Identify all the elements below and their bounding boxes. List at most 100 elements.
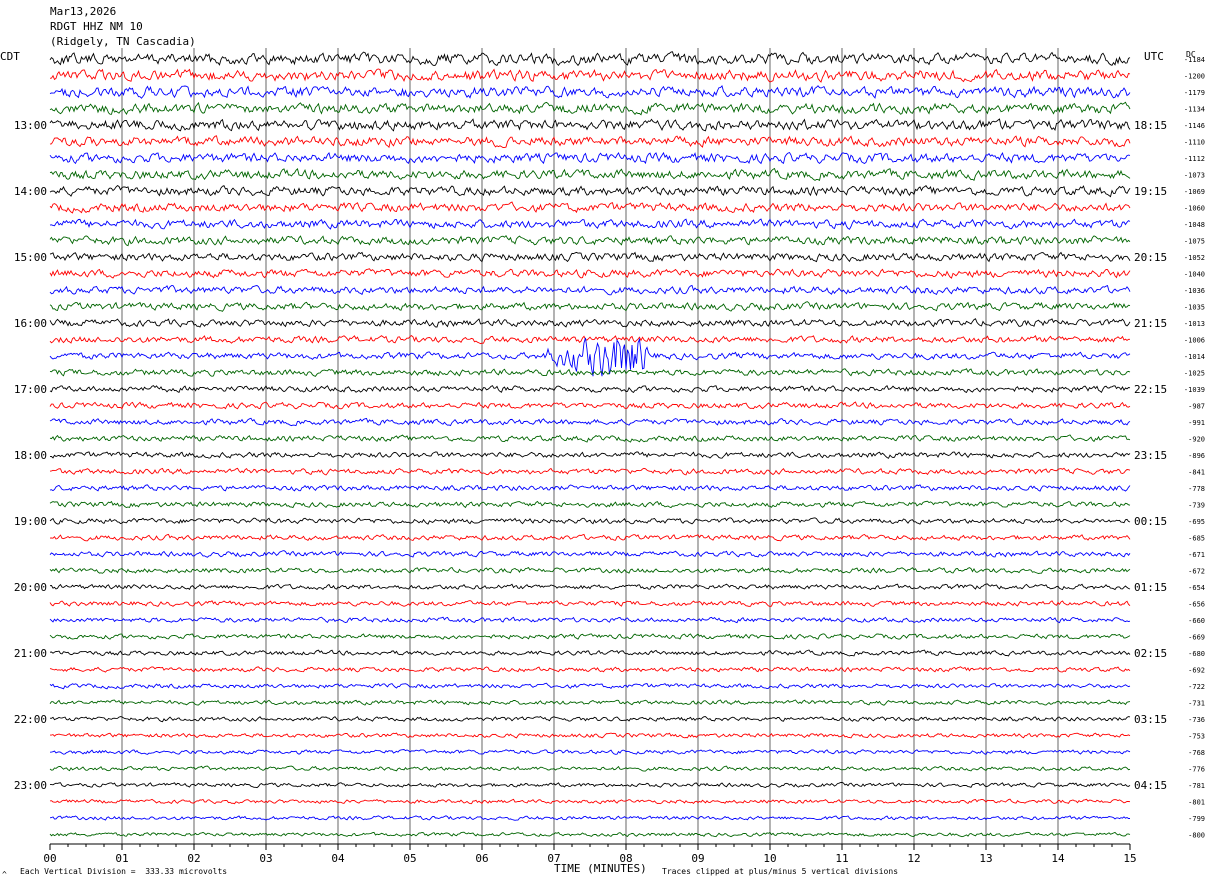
trace-row-30 bbox=[49, 550, 1131, 558]
trace-row-24 bbox=[49, 451, 1131, 459]
trace-row-12 bbox=[49, 251, 1131, 263]
left-hour-label: 13:00 bbox=[14, 119, 47, 132]
right-hour-label: 20:15 bbox=[1134, 251, 1167, 264]
trace-row-10 bbox=[49, 218, 1131, 230]
dc-offset-label: -800 bbox=[1188, 832, 1205, 840]
dc-offset-label: -1039 bbox=[1184, 386, 1205, 394]
dc-offset-label: -1060 bbox=[1184, 205, 1205, 213]
trace-row-46 bbox=[49, 815, 1130, 821]
dc-offset-label: -991 bbox=[1188, 419, 1205, 427]
left-hour-label: 19:00 bbox=[14, 515, 47, 528]
vertical-division-note: Each Vertical Division = 333.33 microvol… bbox=[20, 867, 228, 876]
right-hour-label: 22:15 bbox=[1134, 383, 1167, 396]
clipping-note: Traces clipped at plus/minus 5 vertical … bbox=[662, 867, 899, 876]
trace-row-45 bbox=[49, 798, 1131, 805]
trace-row-2 bbox=[49, 84, 1131, 99]
trace-row-25 bbox=[49, 467, 1131, 476]
dc-offset-label: -1052 bbox=[1184, 254, 1205, 262]
x-tick-label: 11 bbox=[835, 852, 848, 865]
dc-offset-label: -1110 bbox=[1184, 139, 1205, 147]
dc-offset-label: -1075 bbox=[1184, 238, 1205, 246]
trace-row-44 bbox=[49, 781, 1131, 789]
trace-row-29 bbox=[49, 533, 1131, 542]
x-axis-title: TIME (MINUTES) bbox=[554, 862, 647, 875]
dc-offset-label: -669 bbox=[1188, 634, 1205, 642]
dc-offset-label: -753 bbox=[1188, 733, 1205, 741]
left-hour-label: 17:00 bbox=[14, 383, 47, 396]
dc-offset-label: -1040 bbox=[1184, 271, 1205, 279]
trace-row-14 bbox=[49, 284, 1131, 296]
x-tick-label: 13 bbox=[979, 852, 992, 865]
trace-row-13 bbox=[49, 268, 1131, 279]
dc-offset-label: -896 bbox=[1188, 452, 1205, 460]
dc-offset-label: -781 bbox=[1188, 782, 1205, 790]
footer-mark: ^ bbox=[2, 870, 7, 879]
trace-row-34 bbox=[49, 616, 1131, 624]
x-tick-label: 02 bbox=[187, 852, 200, 865]
dc-offset-label: -671 bbox=[1188, 551, 1205, 559]
right-hour-label: 21:15 bbox=[1134, 317, 1167, 330]
x-tick-label: 01 bbox=[115, 852, 128, 865]
trace-row-18 bbox=[49, 337, 1131, 377]
station-id: RDGT HHZ NM 10 bbox=[50, 20, 143, 33]
right-hour-label: 18:15 bbox=[1134, 119, 1167, 132]
trace-row-28 bbox=[49, 517, 1131, 525]
x-tick-label: 09 bbox=[691, 852, 704, 865]
trace-row-20 bbox=[49, 384, 1131, 394]
dc-offset-label: -1036 bbox=[1184, 287, 1205, 295]
trace-row-7 bbox=[49, 167, 1131, 182]
left-hour-label: 23:00 bbox=[14, 779, 47, 792]
x-tick-label: 06 bbox=[475, 852, 488, 865]
dc-offset-label: -1134 bbox=[1184, 106, 1205, 114]
trace-row-6 bbox=[49, 151, 1131, 165]
seismic-traces bbox=[49, 51, 1131, 838]
right-hour-label: 23:15 bbox=[1134, 449, 1167, 462]
x-tick-label: 04 bbox=[331, 852, 345, 865]
x-tick-label: 00 bbox=[43, 852, 56, 865]
right-hour-label: 01:15 bbox=[1134, 581, 1167, 594]
trace-row-39 bbox=[49, 699, 1131, 706]
trace-row-22 bbox=[49, 417, 1131, 427]
dc-offset-label: -799 bbox=[1188, 815, 1205, 823]
seismogram-plot: 00 01 02 03 04 05 06 07 08 09 10 11 12 13 14 15 13:00 18… bbox=[14, 48, 1205, 865]
trace-row-19 bbox=[49, 368, 1131, 377]
trace-row-43 bbox=[49, 765, 1131, 772]
dc-offset-label: -739 bbox=[1188, 502, 1205, 510]
dc-offset-label: -1073 bbox=[1184, 172, 1205, 180]
minute-gridlines bbox=[121, 48, 1059, 844]
dc-offset-label: -1013 bbox=[1184, 320, 1205, 328]
right-hour-label: 00:15 bbox=[1134, 515, 1167, 528]
trace-row-0 bbox=[49, 51, 1131, 67]
station-location: (Ridgely, TN Cascadia) bbox=[50, 35, 196, 48]
trace-row-21 bbox=[49, 401, 1131, 410]
right-hour-label: 04:15 bbox=[1134, 779, 1167, 792]
trace-row-31 bbox=[49, 566, 1131, 574]
dc-offset-label: -680 bbox=[1188, 650, 1205, 658]
trace-row-11 bbox=[49, 234, 1131, 247]
x-tick-label: 12 bbox=[907, 852, 920, 865]
left-hour-label: 16:00 bbox=[14, 317, 47, 330]
trace-row-40 bbox=[49, 715, 1131, 723]
dc-offset-label: -920 bbox=[1188, 436, 1205, 444]
left-hour-label: 14:00 bbox=[14, 185, 47, 198]
dc-column-label: DC bbox=[1186, 50, 1196, 59]
right-hour-label: 02:15 bbox=[1134, 647, 1167, 660]
dc-offset-label: -1112 bbox=[1184, 155, 1205, 163]
trace-row-23 bbox=[49, 434, 1131, 443]
x-tick-label: 15 bbox=[1123, 852, 1136, 865]
dc-offset-label: -841 bbox=[1188, 469, 1205, 477]
dc-offset-label: -692 bbox=[1188, 667, 1205, 675]
trace-row-47 bbox=[49, 831, 1131, 838]
dc-offset-label: -731 bbox=[1188, 700, 1205, 708]
right-hour-label: 19:15 bbox=[1134, 185, 1167, 198]
trace-row-9 bbox=[49, 201, 1131, 214]
trace-row-37 bbox=[49, 666, 1131, 673]
dc-offset-label: -660 bbox=[1188, 617, 1205, 625]
dc-offset-label: -1200 bbox=[1184, 73, 1205, 81]
trace-row-3 bbox=[49, 101, 1131, 116]
trace-row-17 bbox=[49, 335, 1130, 345]
left-timezone-label: CDT bbox=[0, 50, 20, 63]
dc-offset-label: -672 bbox=[1188, 568, 1205, 576]
trace-row-27 bbox=[49, 500, 1131, 509]
dc-offset-label: -1006 bbox=[1184, 337, 1205, 345]
